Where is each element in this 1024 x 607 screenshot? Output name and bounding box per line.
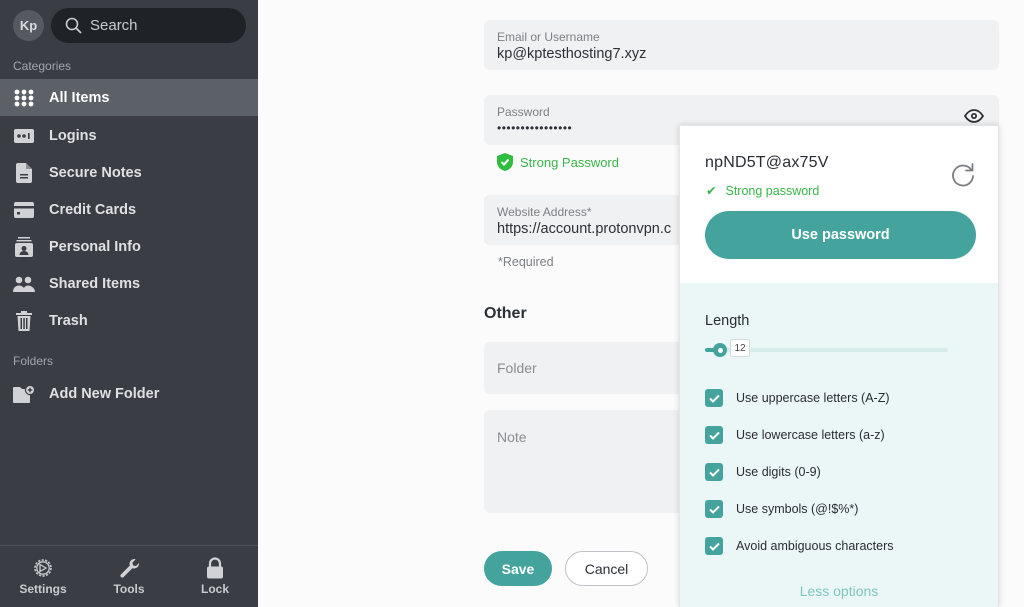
required-note: *Required [498, 255, 554, 269]
shield-check-icon [497, 153, 513, 171]
settings-button[interactable]: Settings [0, 546, 86, 607]
checkbox-checked-icon[interactable] [705, 537, 723, 555]
sidebar-item-label: Trash [49, 312, 88, 329]
id-card-icon [13, 236, 35, 257]
generated-strength: ✔ Strong password [706, 183, 820, 199]
sidebar-item-shared-items[interactable]: Shared Items [0, 265, 258, 302]
sidebar-item-credit-cards[interactable]: Credit Cards [0, 191, 258, 228]
sidebar-item-secure-notes[interactable]: Secure Notes [0, 154, 258, 191]
avatar[interactable]: Kp [13, 10, 44, 41]
sidebar-item-label: Logins [49, 127, 97, 144]
password-strength-text: Strong Password [520, 154, 619, 170]
sidebar-header: Kp Search [0, 0, 258, 52]
sidebar-item-label: Personal Info [49, 238, 141, 255]
generator-options: Length 12 Use uppercase letters (A-Z) Us… [680, 283, 998, 607]
generated-password-section: npND5T@ax75V ✔ Strong password Use passw… [680, 126, 998, 283]
lock-button[interactable]: Lock [172, 546, 258, 607]
option-lowercase[interactable]: Use lowercase letters (a-z) [705, 426, 885, 444]
search-input[interactable]: Search [51, 8, 246, 43]
less-options-link[interactable]: Less options [680, 583, 998, 599]
option-avoid-ambiguous[interactable]: Avoid ambiguous characters [705, 537, 894, 555]
option-digits[interactable]: Use digits (0-9) [705, 463, 821, 481]
login-icon [13, 126, 35, 146]
option-label: Avoid ambiguous characters [736, 539, 894, 553]
search-icon [65, 17, 82, 34]
sidebar-item-logins[interactable]: Logins [0, 117, 258, 154]
option-label: Use symbols (@!$%*) [736, 502, 859, 516]
other-heading: Other [484, 305, 527, 322]
slider-value-bubble: 12 [730, 339, 750, 357]
option-label: Use lowercase letters (a-z) [736, 428, 885, 442]
checkbox-checked-icon[interactable] [705, 389, 723, 407]
generated-strength-text: Strong password [725, 183, 820, 198]
email-value: kp@kptesthosting7.xyz [497, 46, 647, 62]
password-strength: Strong Password [497, 153, 619, 171]
use-password-button[interactable]: Use password [705, 211, 976, 259]
checkbox-checked-icon[interactable] [705, 500, 723, 518]
option-symbols[interactable]: Use symbols (@!$%*) [705, 500, 858, 518]
sidebar-item-label: All Items [49, 89, 110, 106]
tools-button[interactable]: Tools [86, 546, 172, 607]
sidebar-item-label: Secure Notes [49, 164, 142, 181]
refresh-icon [952, 163, 974, 187]
sidebar-footer: Settings Tools Lock [0, 545, 258, 607]
trash-icon [13, 310, 35, 331]
sidebar-item-label: Credit Cards [49, 201, 137, 218]
length-label: Length [705, 313, 750, 329]
lock-icon [207, 557, 223, 579]
option-label: Use uppercase letters (A-Z) [736, 391, 890, 405]
categories-label: Categories [13, 59, 72, 73]
cancel-button[interactable]: Cancel [565, 551, 648, 586]
regenerate-button[interactable] [950, 161, 976, 192]
email-label: Email or Username [497, 30, 600, 44]
note-icon [13, 162, 35, 183]
sidebar-item-all-items[interactable]: All Items [0, 79, 258, 116]
search-placeholder: Search [90, 17, 138, 34]
sidebar-item-personal-info[interactable]: Personal Info [0, 228, 258, 265]
wrench-icon [120, 558, 140, 578]
save-button[interactable]: Save [484, 551, 552, 586]
folder-add-icon [13, 384, 35, 404]
slider-thumb[interactable] [713, 343, 727, 357]
option-uppercase[interactable]: Use uppercase letters (A-Z) [705, 389, 890, 407]
users-icon [13, 274, 35, 294]
eye-icon [963, 109, 985, 123]
grid-icon [13, 88, 35, 108]
checkbox-checked-icon[interactable] [705, 463, 723, 481]
check-icon: ✔ [706, 184, 717, 198]
folders-label: Folders [13, 354, 54, 368]
length-slider[interactable]: 12 [705, 339, 948, 357]
email-field[interactable]: Email or Username kp@kptesthosting7.xyz [484, 20, 999, 70]
add-new-folder-label: Add New Folder [49, 385, 160, 402]
sidebar-item-label: Shared Items [49, 275, 141, 292]
password-label: Password [497, 105, 550, 119]
add-new-folder-button[interactable]: Add New Folder [0, 375, 258, 412]
tools-label: Tools [113, 582, 145, 596]
sidebar: Kp Search Categories All Items Logins Se… [0, 0, 258, 607]
option-label: Use digits (0-9) [736, 465, 821, 479]
sidebar-item-trash[interactable]: Trash [0, 302, 258, 339]
password-generator-popup: npND5T@ax75V ✔ Strong password Use passw… [679, 125, 999, 607]
credit-card-icon [13, 200, 35, 220]
checkbox-checked-icon[interactable] [705, 426, 723, 444]
generated-password: npND5T@ax75V [705, 154, 829, 171]
lock-label: Lock [200, 582, 229, 596]
settings-icon [34, 559, 52, 577]
settings-label: Settings [19, 582, 67, 596]
